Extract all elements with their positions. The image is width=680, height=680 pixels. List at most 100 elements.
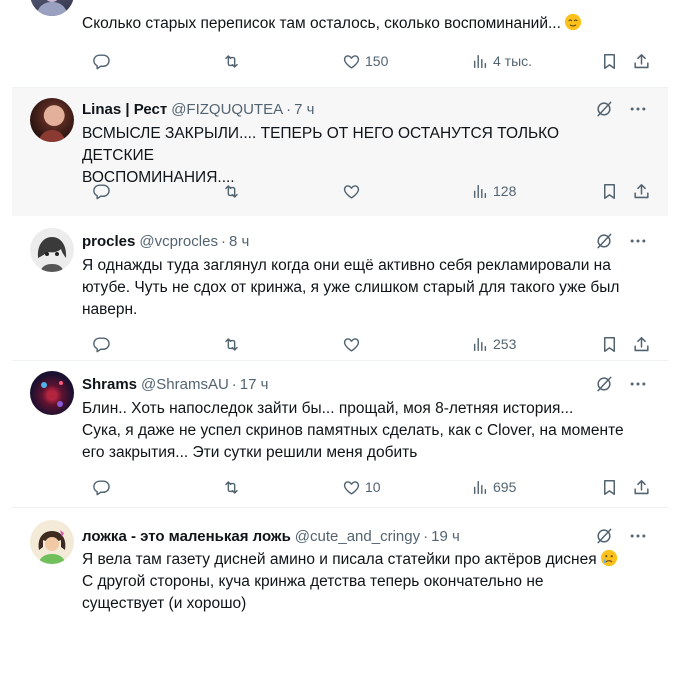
tweet-header: Shrams @ShramsAU · 17 ч (82, 374, 648, 394)
tweet-header: Linas | Рест @FIZQUQUTEA · 7 ч (82, 99, 648, 119)
share-button[interactable] (632, 49, 655, 73)
timestamp[interactable]: 7 ч (294, 101, 314, 118)
share-button[interactable] (632, 332, 655, 356)
tweet-text-line: наверн. (82, 301, 138, 318)
reply-icon (92, 182, 111, 201)
display-name[interactable]: ложка - это маленькая ложь (82, 528, 291, 545)
handle[interactable]: @FIZQUQUTEA (171, 101, 283, 118)
heart-icon (342, 52, 361, 71)
views-count: 4 тыс. (493, 53, 533, 69)
tweet-text: Блин.. Хоть напоследок зайти бы... проща… (82, 398, 628, 464)
views-button[interactable]: 4 тыс. (470, 49, 532, 73)
tweet-text-line: Сколько старых переписок там осталось, с… (82, 15, 561, 32)
views-icon (470, 182, 489, 201)
reply-icon (92, 478, 111, 497)
grok-icon[interactable] (594, 374, 614, 394)
retweet-button[interactable] (222, 49, 245, 73)
views-button[interactable]: 128 (470, 179, 516, 203)
views-button[interactable]: 253 (470, 332, 516, 356)
display-name[interactable]: procles (82, 233, 135, 250)
tweet-text-line: Я вела там газету дисней амино и писала … (82, 551, 597, 568)
like-button[interactable]: 10 (342, 475, 381, 499)
reply-button[interactable] (92, 475, 115, 499)
handle[interactable]: @ShramsAU (141, 376, 229, 393)
views-icon (470, 52, 489, 71)
reply-button[interactable] (92, 49, 115, 73)
reply-icon (92, 335, 111, 354)
retweet-icon (222, 478, 241, 497)
views-count: 695 (493, 479, 517, 495)
display-name[interactable]: Linas | Рест (82, 101, 167, 118)
share-button[interactable] (632, 179, 655, 203)
bookmark-button[interactable] (600, 179, 623, 203)
avatar[interactable] (30, 371, 74, 415)
more-icon[interactable] (628, 231, 648, 251)
separator-dot: · (423, 527, 429, 545)
more-icon[interactable] (628, 526, 648, 546)
avatar[interactable] (30, 0, 74, 16)
timestamp[interactable]: 8 ч (229, 233, 249, 250)
share-icon (632, 478, 651, 497)
avatar[interactable] (30, 228, 74, 272)
tweet[interactable]: procles @vcprocles · 8 ч Я однажды туда … (12, 217, 668, 359)
more-icon[interactable] (628, 99, 648, 119)
more-icon[interactable] (628, 374, 648, 394)
retweet-icon (222, 52, 241, 71)
heart-icon (342, 335, 361, 354)
views-count: 128 (493, 183, 517, 199)
bookmark-button[interactable] (600, 475, 623, 499)
timestamp[interactable]: 17 ч (240, 376, 269, 393)
bookmark-button[interactable] (600, 49, 623, 73)
crying-face-emoji (600, 549, 617, 567)
grok-icon[interactable] (594, 99, 614, 119)
tweet[interactable]: ложка - это маленькая ложь @cute_and_cri… (12, 508, 668, 680)
avatar[interactable] (30, 98, 74, 142)
display-name[interactable]: Shrams (82, 376, 137, 393)
grok-icon[interactable] (594, 231, 614, 251)
avatar[interactable] (30, 520, 74, 564)
tweet[interactable]: Linas | Рест @FIZQUQUTEA · 7 ч ВСМЫСЛЕ З… (12, 88, 668, 216)
handle[interactable]: @cute_and_cringy (295, 528, 420, 545)
like-button[interactable] (342, 332, 365, 356)
separator-dot: · (220, 232, 226, 250)
tweet[interactable]: Сколько старых переписок там осталось, с… (12, 0, 668, 86)
share-icon (632, 182, 651, 201)
retweet-icon (222, 335, 241, 354)
retweet-button[interactable] (222, 475, 245, 499)
bookmark-button[interactable] (600, 332, 623, 356)
reply-button[interactable] (92, 332, 115, 356)
like-count: 10 (365, 479, 381, 495)
share-icon (632, 335, 651, 354)
retweet-icon (222, 182, 241, 201)
handle[interactable]: @vcprocles (139, 233, 218, 250)
tweet-header: procles @vcprocles · 8 ч (82, 231, 648, 251)
reply-icon (92, 52, 111, 71)
retweet-button[interactable] (222, 332, 245, 356)
views-count: 253 (493, 336, 517, 352)
reply-button[interactable] (92, 179, 115, 203)
tweet-header: ложка - это маленькая ложь @cute_and_cri… (82, 526, 648, 546)
tweet-text-line: С другой стороны, куча кринжа детства те… (82, 573, 544, 590)
like-button[interactable]: 150 (342, 49, 388, 73)
bookmark-icon (600, 182, 619, 201)
views-button[interactable]: 695 (470, 475, 516, 499)
tweet-text-line: Сука, я даже не успел скринов памятных с… (82, 422, 624, 439)
timestamp[interactable]: 19 ч (431, 528, 460, 545)
relieved-face-emoji (564, 13, 582, 31)
bookmark-icon (600, 335, 619, 354)
grok-icon[interactable] (594, 526, 614, 546)
tweet-text-line: Я однажды туда заглянул когда они ещё ак… (82, 257, 611, 274)
bookmark-icon (600, 52, 619, 71)
tweet-text: Сколько старых переписок там осталось, с… (82, 13, 628, 35)
share-icon (632, 52, 651, 71)
heart-icon (342, 478, 361, 497)
share-button[interactable] (632, 475, 655, 499)
tweet-text: Я вела там газету дисней амино и писала … (82, 549, 628, 615)
tweet-text: Я однажды туда заглянул когда они ещё ак… (82, 255, 628, 321)
tweet-actions: 253 (82, 332, 662, 356)
separator-dot: · (286, 100, 292, 118)
retweet-button[interactable] (222, 179, 245, 203)
like-button[interactable] (342, 179, 365, 203)
tweet-actions: 150 4 тыс. (82, 49, 662, 73)
tweet[interactable]: Shrams @ShramsAU · 17 ч Блин.. Хоть напо… (12, 361, 668, 506)
